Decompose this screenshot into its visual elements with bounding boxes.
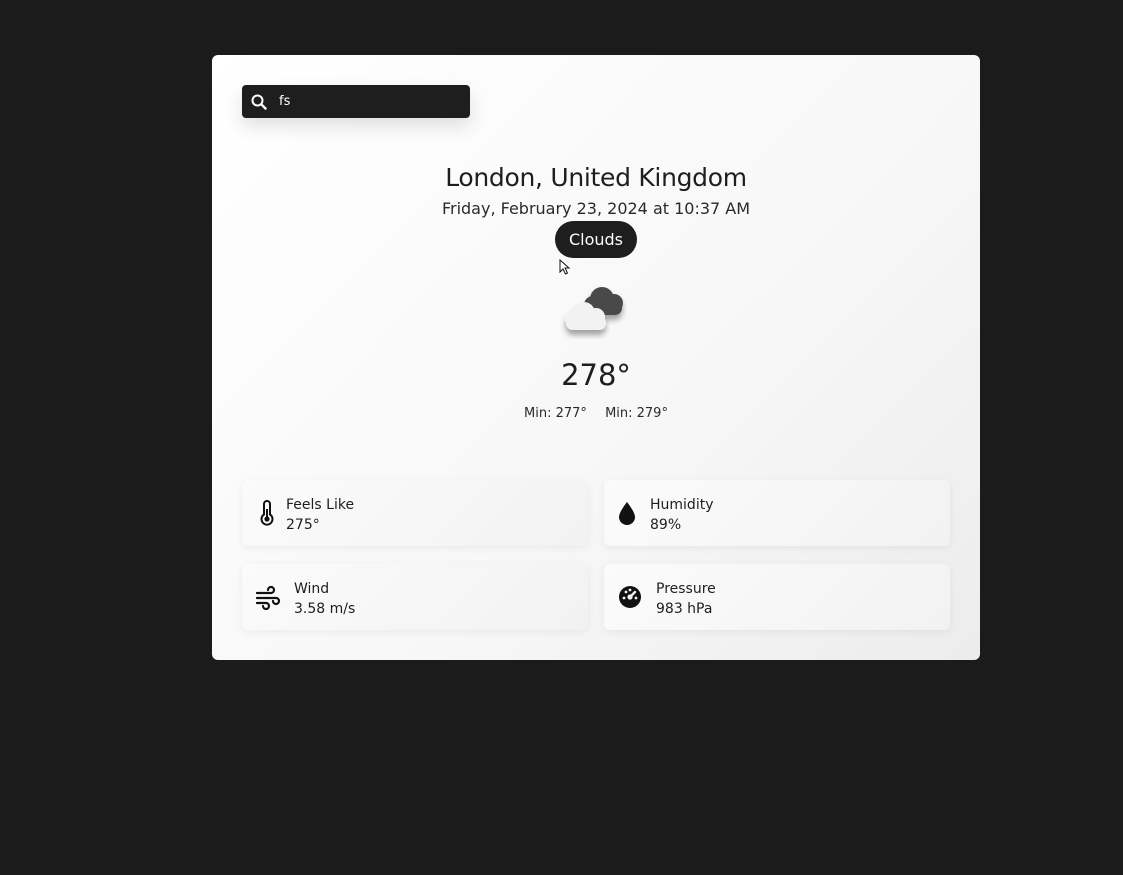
wind-label: Wind [294,581,330,597]
pressure-tile: Pressure 983 hPa [604,564,950,630]
mouse-pointer-icon [559,258,571,275]
min-max-row: Min: 277° Min: 279° [212,406,980,421]
water-drop-icon [614,500,640,526]
search-icon[interactable] [251,94,267,110]
search-input[interactable] [279,90,459,113]
gauge-icon [617,584,643,610]
thermometer-icon [254,500,280,526]
location-title: London, United Kingdom [445,163,747,192]
min-temp: Min: 277° [524,406,587,421]
feels-like-tile: Feels Like 275° [242,480,588,546]
pressure-value: 983 hPa [656,601,713,617]
temperature: 278° [561,358,631,392]
humidity-tile: Humidity 89% [604,480,950,546]
condition-badge: Clouds [555,221,637,258]
wind-tile: Wind 3.58 m/s [242,564,588,630]
pressure-label: Pressure [656,581,716,597]
feels-like-value: 275° [286,517,320,533]
max-temp: Min: 279° [605,406,668,421]
wind-value: 3.58 m/s [294,601,356,617]
weather-card: London, United Kingdom Friday, February … [212,55,980,660]
humidity-value: 89% [650,517,682,533]
feels-like-label: Feels Like [286,497,355,513]
wind-icon [255,584,281,611]
date-time: Friday, February 23, 2024 at 10:37 AM [441,199,751,218]
clouds-icon [556,279,640,339]
search-bar[interactable] [242,85,470,118]
humidity-label: Humidity [650,497,714,513]
